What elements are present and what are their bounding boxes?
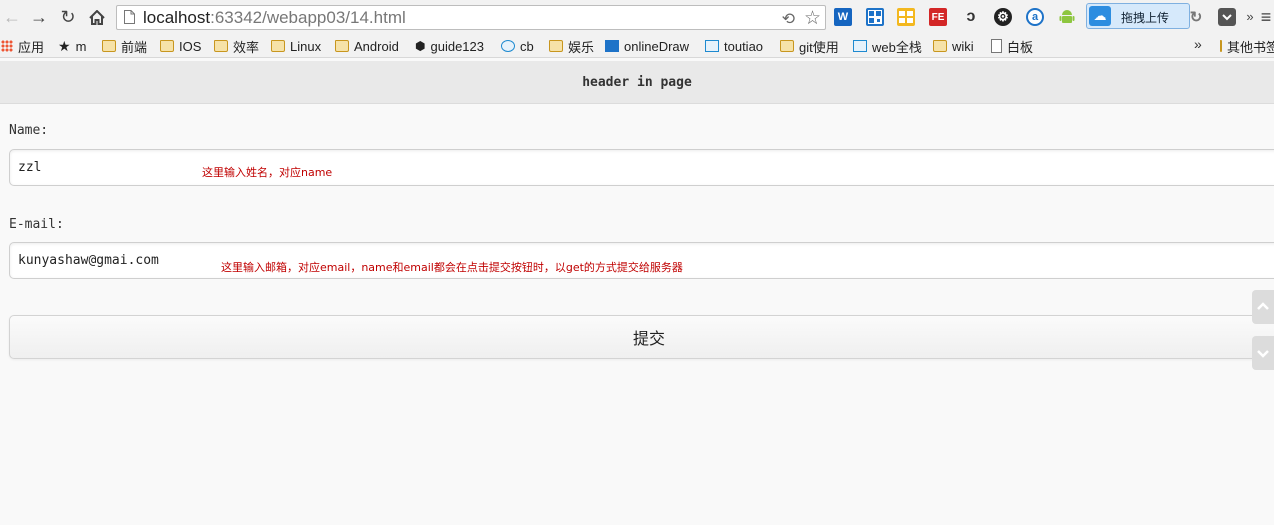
web-site-icon	[853, 40, 867, 52]
email-label: E-mail:	[9, 217, 64, 232]
star-icon: ★	[58, 37, 71, 54]
reload-icon[interactable]: ↻	[57, 6, 79, 28]
bookmark-folder-ios[interactable]: IOS	[160, 37, 201, 55]
cube-icon: ⬢	[415, 39, 426, 53]
more-extensions-chevron-icon[interactable]: »	[1244, 6, 1256, 28]
sync-extension-icon[interactable]: ↻	[1187, 8, 1205, 26]
address-bar[interactable]: localhost:63342/webapp03/14.html ⟲ ☆	[116, 5, 826, 30]
bookmark-toutiao[interactable]: toutiao	[705, 37, 763, 55]
bookmarks-overflow-chevron-icon[interactable]: »	[1194, 36, 1202, 52]
cb-site-icon	[501, 40, 515, 52]
bookmarks-bar: 应用 ★ m 前端 IOS 效率 Linux Android ⬢ guide123 …	[0, 34, 1274, 58]
toutiao-site-icon	[705, 40, 719, 52]
folder-icon	[214, 40, 228, 52]
name-input[interactable]: zzl	[9, 149, 1274, 186]
file-icon	[991, 39, 1002, 53]
bookmark-folder-entertainment[interactable]: 娱乐	[549, 37, 594, 55]
name-input-value: zzl	[18, 160, 42, 175]
bird-extension-icon[interactable]: ↄ	[962, 8, 980, 26]
name-label: Name:	[9, 123, 49, 138]
drag-upload-label: 拖拽上传	[1121, 11, 1170, 25]
wps-extension-icon[interactable]: W	[834, 8, 852, 26]
folder-icon	[1220, 40, 1222, 52]
bookmark-apps[interactable]: 应用	[1, 37, 44, 55]
cloud-icon: ☁	[1089, 6, 1111, 26]
bookmark-guide123[interactable]: ⬢ guide123	[415, 37, 484, 55]
email-input-value: kunyashaw@gmai.com	[18, 253, 159, 268]
history-icon[interactable]: ⟲	[782, 9, 795, 29]
bookmark-m[interactable]: ★ m	[58, 37, 86, 55]
bookmark-folder-other[interactable]: 其他书签	[1220, 37, 1274, 55]
folder-icon	[160, 40, 174, 52]
grid-extension-icon[interactable]	[897, 8, 915, 26]
bookmark-folder-android[interactable]: Android	[335, 37, 399, 55]
folder-icon	[933, 40, 947, 52]
scroll-to-bottom-icon[interactable]	[1252, 336, 1274, 370]
menu-icon[interactable]: ≡	[1258, 6, 1274, 28]
page-icon	[124, 10, 135, 24]
folder-icon	[549, 40, 563, 52]
bookmark-star-icon[interactable]: ☆	[804, 7, 821, 30]
forward-arrow-icon[interactable]: →	[28, 6, 50, 28]
bookmark-folder-wiki[interactable]: wiki	[933, 37, 974, 55]
folder-icon	[780, 40, 794, 52]
bookmark-web-fullstack[interactable]: web全栈	[853, 37, 922, 55]
settings-extension-icon[interactable]: ⚙	[994, 8, 1012, 26]
submit-button-label: 提交	[632, 331, 665, 348]
bookmark-whiteboard[interactable]: 白板	[991, 37, 1033, 55]
bookmark-onlinedraw[interactable]: onlineDraw	[605, 37, 689, 55]
folder-icon	[271, 40, 285, 52]
pocket-extension-icon[interactable]	[1218, 8, 1236, 26]
bookmark-folder-linux[interactable]: Linux	[271, 37, 321, 55]
qr-code-extension-icon[interactable]	[866, 8, 884, 26]
name-annotation: 这里输入姓名，对应name	[202, 166, 333, 179]
back-arrow-icon[interactable]: ←	[1, 6, 23, 28]
email-annotation: 这里输入邮箱，对应email，name和email都会在点击提交按钮时，以get…	[221, 261, 683, 274]
submit-button[interactable]: 提交	[9, 315, 1274, 359]
scroll-to-top-icon[interactable]	[1252, 290, 1274, 324]
folder-icon	[102, 40, 116, 52]
browser-toolbar: ← → ↻ localhost:63342/webapp03/14.html ⟲…	[0, 0, 1274, 34]
url-text: localhost:63342/webapp03/14.html	[143, 8, 406, 27]
home-icon[interactable]	[86, 6, 108, 28]
apps-grid-icon	[1, 40, 13, 52]
folder-icon	[335, 40, 349, 52]
bookmark-folder-git[interactable]: git使用	[780, 37, 839, 55]
a-extension-icon[interactable]: a	[1026, 8, 1044, 26]
bookmark-folder-efficiency[interactable]: 效率	[214, 37, 259, 55]
fe-extension-icon[interactable]: FE	[929, 8, 947, 26]
page-header-title: header in page	[582, 74, 692, 90]
bookmark-folder-frontend[interactable]: 前端	[102, 37, 147, 55]
android-extension-icon[interactable]	[1058, 8, 1076, 26]
on-site-icon	[605, 40, 619, 52]
bookmark-cb[interactable]: cb	[501, 37, 534, 55]
drag-upload-button[interactable]: ☁ 拖拽上传	[1086, 3, 1190, 29]
page-header: header in page	[0, 61, 1274, 104]
